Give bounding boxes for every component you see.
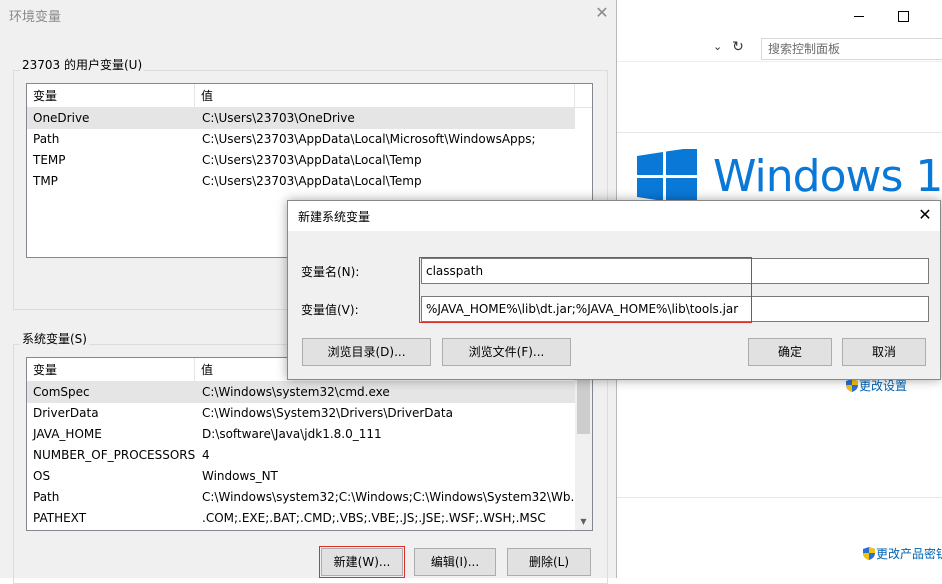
- table-row[interactable]: JAVA_HOME D:\software\Java\jdk1.8.0_111: [27, 424, 575, 445]
- var-value: C:\Users\23703\AppData\Local\Microsoft\W…: [202, 132, 536, 146]
- highlight-box: [319, 546, 405, 578]
- table-row[interactable]: ComSpec C:\Windows\system32\cmd.exe: [27, 382, 575, 403]
- variable-name-label: 变量名(N):: [301, 265, 360, 279]
- browse-file-button[interactable]: 浏览文件(F)...: [442, 338, 571, 366]
- column-header-variable[interactable]: 变量: [27, 358, 195, 382]
- table-row[interactable]: Path C:\Windows\system32;C:\Windows;C:\W…: [27, 487, 582, 508]
- var-name: OS: [33, 469, 51, 483]
- shield-icon: [846, 379, 858, 392]
- list-header: 变量 值: [27, 84, 592, 108]
- table-row[interactable]: OneDrive C:\Users\23703\OneDrive: [27, 108, 575, 129]
- var-value: 4: [202, 448, 210, 462]
- new-system-variable-dialog: 新建系统变量 ✕ 变量名(N): classpath 变量值(V): %JAVA…: [287, 200, 941, 380]
- variable-value-label: 变量值(V):: [301, 303, 359, 317]
- table-row[interactable]: DriverData C:\Windows\System32\Drivers\D…: [27, 403, 575, 424]
- table-row[interactable]: OS Windows_NT: [27, 466, 575, 487]
- var-value: C:\Windows\system32;C:\Windows;C:\Window…: [202, 490, 582, 504]
- highlight-box: [419, 257, 752, 323]
- var-value: C:\Users\23703\AppData\Local\Temp: [202, 174, 422, 188]
- var-value: C:\Users\23703\OneDrive: [202, 111, 355, 125]
- divider: [617, 497, 942, 498]
- table-row[interactable]: PATHEXT .COM;.EXE;.BAT;.CMD;.VBS;.VBE;.J…: [27, 508, 575, 529]
- var-name: OneDrive: [33, 111, 90, 125]
- var-name: PATHEXT: [33, 511, 87, 525]
- address-bar: ⌄ ↻ 搜索控制面板: [617, 36, 942, 62]
- vertical-scrollbar[interactable]: ▲ ▼: [575, 358, 592, 530]
- refresh-icon[interactable]: ↻: [729, 39, 747, 59]
- system-vars-list[interactable]: 变量 值 ComSpec C:\Windows\system32\cmd.exe…: [26, 357, 593, 531]
- table-row[interactable]: NUMBER_OF_PROCESSORS 4: [27, 445, 575, 466]
- var-value: .COM;.EXE;.BAT;.CMD;.VBS;.VBE;.JS;.JSE;.…: [202, 511, 546, 525]
- var-name: DriverData: [33, 406, 99, 420]
- maximize-icon[interactable]: [893, 6, 913, 26]
- var-value: Windows_NT: [202, 469, 278, 483]
- close-icon[interactable]: ✕: [914, 205, 936, 227]
- cancel-button[interactable]: 取消: [842, 338, 926, 366]
- var-value: D:\software\Java\jdk1.8.0_111: [202, 427, 382, 441]
- shield-icon: [863, 547, 875, 560]
- var-name: TMP: [33, 174, 58, 188]
- change-product-key-label: 更改产品密钥: [876, 547, 942, 561]
- var-value: C:\Users\23703\AppData\Local\Temp: [202, 153, 422, 167]
- var-value: C:\Windows\System32\Drivers\DriverData: [202, 406, 453, 420]
- chevron-down-icon[interactable]: ⌄: [713, 40, 729, 58]
- user-vars-label: 23703 的用户变量(U): [20, 56, 145, 73]
- minimize-icon[interactable]: [849, 6, 869, 26]
- column-header-variable[interactable]: 变量: [27, 84, 195, 108]
- chevron-down-icon[interactable]: ▼: [575, 513, 592, 530]
- change-settings-label: 更改设置: [859, 379, 908, 393]
- var-name: TEMP: [33, 153, 66, 167]
- dialog-title: 新建系统变量: [298, 210, 371, 224]
- edit-button[interactable]: 编辑(I)...: [414, 548, 496, 576]
- change-product-key-link[interactable]: 更改产品密钥: [863, 545, 942, 562]
- dialog-titlebar: 新建系统变量 ✕: [288, 201, 940, 231]
- control-panel-titlebar: [617, 0, 942, 34]
- column-header-value[interactable]: 值: [195, 84, 575, 108]
- search-input[interactable]: 搜索控制面板: [761, 38, 942, 60]
- var-name: ComSpec: [33, 385, 90, 399]
- var-name: NUMBER_OF_PROCESSORS: [33, 448, 196, 462]
- delete-button[interactable]: 删除(L): [507, 548, 591, 576]
- browse-directory-button[interactable]: 浏览目录(D)...: [302, 338, 431, 366]
- scrollbar-thumb[interactable]: [577, 376, 590, 434]
- var-name: Path: [33, 490, 60, 504]
- windows-logo-icon: [637, 149, 697, 204]
- system-vars-label: 系统变量(S): [20, 330, 89, 347]
- windows-logo-text: Windows 10: [713, 151, 942, 202]
- table-row[interactable]: Path C:\Users\23703\AppData\Local\Micros…: [27, 129, 575, 150]
- table-row[interactable]: TMP C:\Users\23703\AppData\Local\Temp: [27, 171, 575, 192]
- var-value: C:\Windows\system32\cmd.exe: [202, 385, 390, 399]
- ok-button[interactable]: 确定: [748, 338, 832, 366]
- close-icon[interactable]: ✕: [592, 4, 612, 24]
- dialog-title: 环境变量: [9, 10, 62, 25]
- table-row[interactable]: TEMP C:\Users\23703\AppData\Local\Temp: [27, 150, 575, 171]
- var-name: Path: [33, 132, 60, 146]
- var-name: JAVA_HOME: [33, 427, 102, 441]
